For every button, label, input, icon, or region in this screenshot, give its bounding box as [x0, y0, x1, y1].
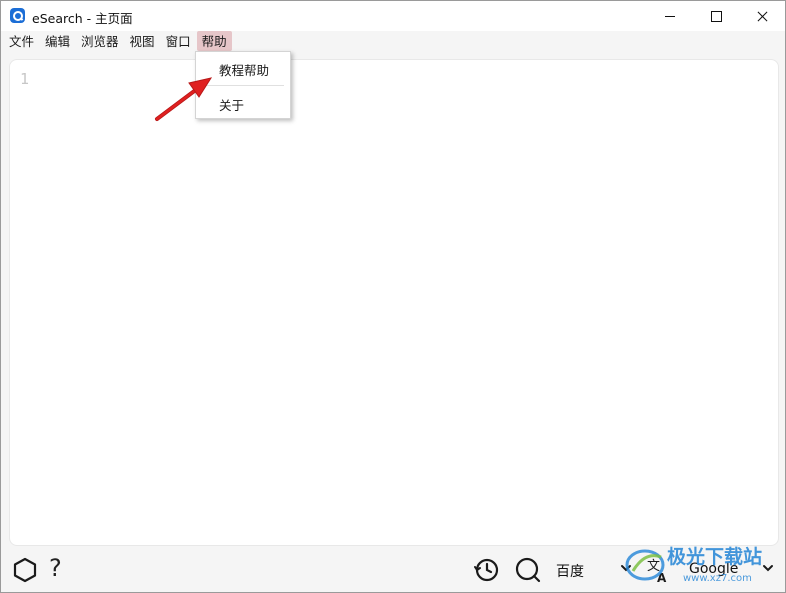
- watermark-logo: 极光下载站 www.xz7.com: [625, 545, 762, 584]
- menu-view[interactable]: 视图: [125, 31, 160, 51]
- menu-bar: 文件 编辑 浏览器 视图 窗口 帮助: [1, 31, 785, 53]
- menu-file[interactable]: 文件: [4, 31, 39, 51]
- red-arrow-annotation-icon: [155, 77, 213, 121]
- window-title: eSearch - 主页面: [32, 11, 133, 26]
- minimize-button[interactable]: [647, 1, 693, 31]
- watermark-text: 极光下载站: [667, 545, 762, 568]
- app-search-icon: [10, 8, 25, 23]
- menu-help[interactable]: 帮助: [196, 31, 232, 51]
- history-clock-icon[interactable]: [474, 557, 500, 583]
- watermark-url: www.xz7.com: [683, 573, 752, 584]
- menu-edit[interactable]: 编辑: [40, 31, 75, 51]
- close-button[interactable]: [739, 1, 785, 31]
- line-number: 1: [20, 70, 30, 88]
- menu-browser[interactable]: 浏览器: [76, 31, 124, 51]
- question-mark-icon[interactable]: ?: [49, 554, 62, 582]
- menu-window[interactable]: 窗口: [161, 31, 196, 51]
- hexagon-icon[interactable]: [13, 557, 37, 583]
- app-window: eSearch - 主页面 文件 编辑 浏览器 视图 窗口 帮助 1 教程帮助 …: [0, 0, 786, 593]
- main-editor[interactable]: 1: [9, 59, 779, 546]
- search-icon[interactable]: [515, 557, 541, 583]
- title-bar: eSearch - 主页面: [1, 1, 785, 31]
- search-engine-selector[interactable]: 百度: [556, 561, 584, 581]
- maximize-button[interactable]: [693, 1, 739, 31]
